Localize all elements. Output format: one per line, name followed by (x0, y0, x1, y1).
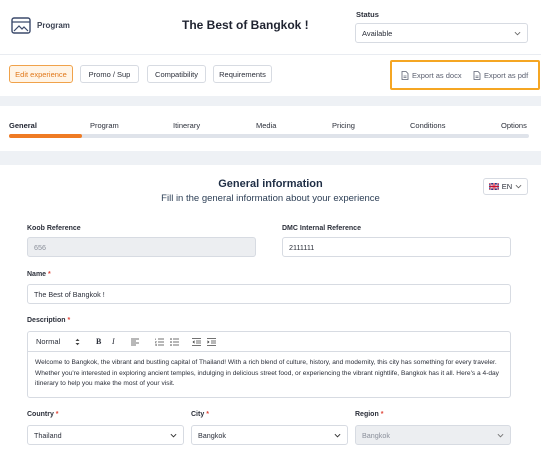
section-title: General information (218, 178, 323, 190)
required-mark: * (380, 411, 384, 418)
required-mark: * (48, 271, 51, 278)
region-select: Bangkok (355, 425, 511, 445)
region-label: Region * (355, 411, 383, 418)
chevron-down-icon (497, 433, 504, 437)
progress-fill (9, 134, 82, 138)
tab-general[interactable]: General (9, 121, 37, 130)
document-icon (473, 71, 481, 80)
country-label: Country * (27, 411, 59, 418)
export-pdf-button[interactable]: Export as pdf (473, 71, 528, 80)
required-mark: * (55, 411, 59, 418)
dmc-reference-label: DMC Internal Reference (282, 225, 361, 232)
city-select[interactable]: Bangkok (191, 425, 348, 445)
divider (0, 96, 541, 106)
promo-sup-button[interactable]: Promo / Sup (80, 65, 139, 83)
region-value: Bangkok (362, 430, 390, 440)
italic-icon[interactable]: I (112, 337, 115, 346)
outdent-icon[interactable] (192, 338, 201, 346)
up-down-icon (75, 338, 80, 346)
required-mark: * (67, 317, 71, 324)
description-label-text: Description (27, 317, 66, 324)
language-value: EN (501, 182, 513, 191)
bullet-list-icon[interactable] (170, 338, 179, 346)
name-field[interactable]: The Best of Bangkok ! (27, 284, 511, 304)
name-label: Name * (27, 271, 51, 278)
koob-reference-field: 656 (27, 237, 256, 257)
action-bar: Edit experience Promo / Sup Compatibilit… (0, 56, 541, 96)
tab-bar: General Program Itinerary Media Pricing … (0, 106, 541, 151)
page-title: The Best of Bangkok ! (182, 18, 309, 32)
description-text[interactable]: Welcome to Bangkok, the vibrant and bust… (28, 352, 510, 396)
chevron-down-icon (515, 184, 522, 189)
city-value: Bangkok (198, 430, 226, 440)
divider (0, 151, 541, 165)
country-label-text: Country (27, 411, 54, 418)
name-label-text: Name (27, 271, 47, 278)
progress-track (9, 134, 529, 138)
dmc-reference-field[interactable]: 2111111 (282, 237, 511, 257)
city-label: City * (191, 411, 209, 418)
chevron-down-icon (514, 31, 521, 35)
document-icon (401, 71, 409, 80)
indent-icon[interactable] (207, 338, 216, 346)
description-editor[interactable]: Normal B I Welcome to Bangkok, the vibra… (27, 331, 511, 398)
edit-experience-button[interactable]: Edit experience (9, 65, 73, 83)
ordered-list-icon[interactable] (155, 338, 164, 346)
tab-program[interactable]: Program (90, 121, 119, 130)
export-docx-button[interactable]: Export as docx (401, 71, 462, 80)
tab-pricing[interactable]: Pricing (332, 121, 355, 130)
bold-icon[interactable]: B (96, 337, 101, 346)
program-image-icon (11, 17, 31, 34)
koob-reference-label: Koob Reference (27, 225, 81, 232)
compatibility-button[interactable]: Compatibility (147, 65, 206, 83)
city-label-text: City (191, 411, 205, 418)
status-value: Available (362, 28, 393, 38)
region-label-text: Region (355, 411, 379, 418)
required-mark: * (206, 411, 209, 418)
text-style-select[interactable]: Normal (36, 337, 60, 346)
requirements-button[interactable]: Requirements (213, 65, 272, 83)
country-value: Thailand (34, 430, 62, 440)
export-docx-label: Export as docx (412, 71, 462, 80)
align-left-icon[interactable] (131, 338, 139, 346)
description-label: Description * (27, 317, 70, 324)
page-header: Program The Best of Bangkok ! Status Ava… (0, 0, 541, 55)
tab-conditions[interactable]: Conditions (410, 121, 445, 130)
status-label: Status (356, 10, 379, 19)
section-subtitle: Fill in the general information about yo… (161, 193, 380, 204)
chevron-down-icon (170, 433, 177, 437)
uk-flag-icon (488, 183, 499, 190)
country-select[interactable]: Thailand (27, 425, 184, 445)
tab-options[interactable]: Options (501, 121, 527, 130)
section-label: Program (37, 21, 70, 30)
tab-media[interactable]: Media (256, 121, 276, 130)
export-pdf-label: Export as pdf (484, 71, 529, 80)
export-highlight: Export as docx Export as pdf (390, 60, 540, 90)
status-select[interactable]: Available (355, 23, 528, 43)
tab-itinerary[interactable]: Itinerary (173, 121, 200, 130)
chevron-down-icon (334, 433, 341, 437)
editor-toolbar: Normal B I (28, 332, 510, 352)
language-select[interactable]: EN (483, 178, 528, 195)
